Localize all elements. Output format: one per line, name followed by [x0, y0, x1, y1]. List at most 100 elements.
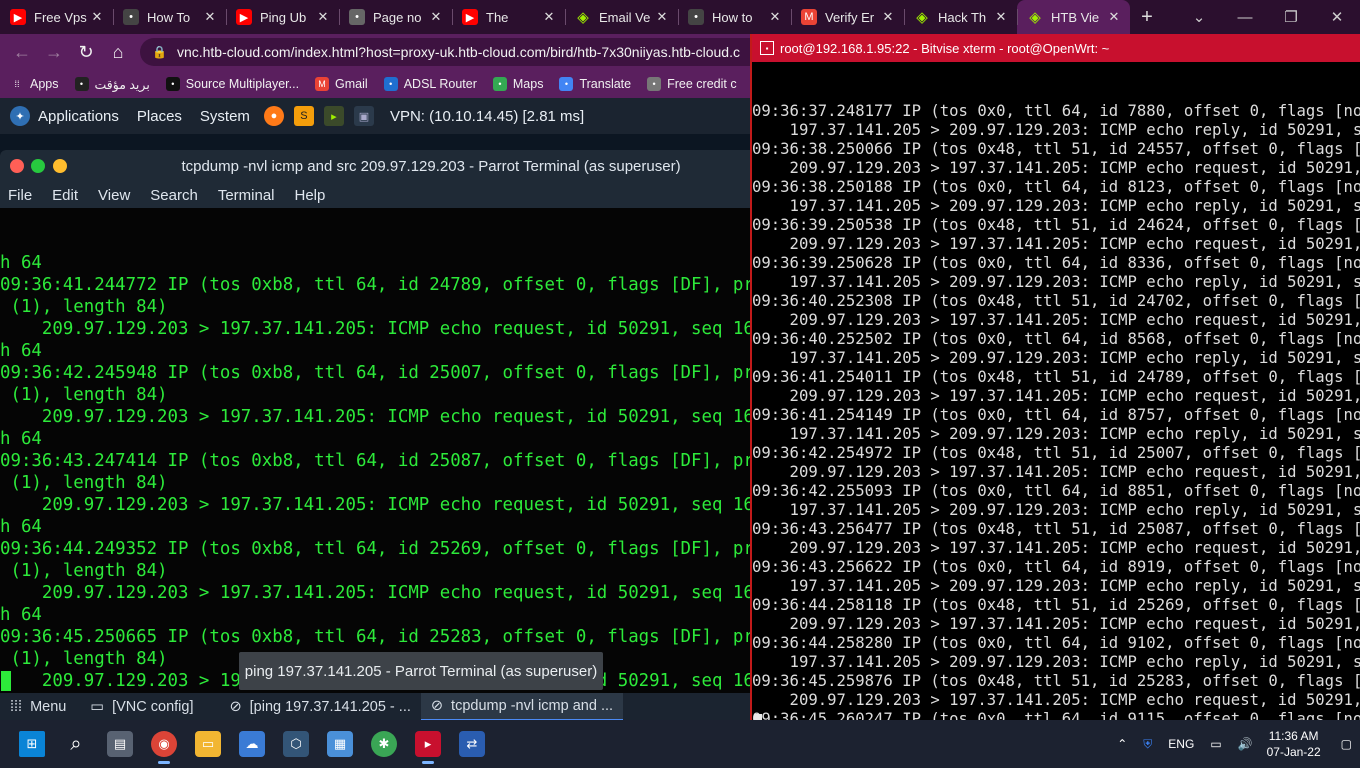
- places-menu[interactable]: Places: [137, 108, 182, 125]
- parrot-logo-icon[interactable]: ✦: [10, 106, 30, 126]
- bookmark-item[interactable]: • بريد مؤقت: [74, 77, 150, 92]
- xterm-app-icon: ▪: [760, 41, 774, 55]
- bookmark-item[interactable]: • Free credit c: [647, 77, 737, 91]
- terminal-menubar: File Edit View Search Terminal Help: [0, 182, 752, 208]
- xterm-taskbar-button[interactable]: ▸: [406, 722, 450, 766]
- terminal-menu-item[interactable]: View: [98, 187, 130, 204]
- tab-close-icon[interactable]: ✕: [993, 9, 1009, 25]
- gmail-icon: M: [315, 77, 330, 91]
- xterm-line: 209.97.129.203 > 197.37.141.205: ICMP ec…: [752, 539, 1360, 557]
- tab-close-icon[interactable]: ✕: [541, 9, 557, 25]
- xterm-line: 209.97.129.203 > 197.37.141.205: ICMP ec…: [752, 463, 1360, 481]
- close-window-button[interactable]: ✕: [1314, 0, 1360, 34]
- browser-tab[interactable]: ◈ HTB Vie ✕: [1017, 0, 1130, 34]
- grid-icon: ⁞⁞⁞: [10, 699, 23, 715]
- terminal-launcher-icon[interactable]: ▸: [323, 106, 344, 126]
- bookmark-item[interactable]: • Translate: [559, 77, 631, 91]
- cloud-app-button[interactable]: ☁: [230, 722, 274, 766]
- zte-icon: •: [383, 77, 398, 91]
- cube-icon: ◈: [1029, 9, 1041, 26]
- browser-tab[interactable]: ▶ The ✕: [452, 0, 565, 34]
- task-tcpdump[interactable]: ⊘ tcpdump -nvl icmp and ...: [420, 693, 624, 721]
- xterm-line: 09:36:43.256622 IP (tos 0x0, ttl 64, id …: [752, 558, 1360, 576]
- chevron-up-icon[interactable]: ⌃: [1117, 737, 1127, 751]
- xterm-output[interactable]: 09:36:37.248177 IP (tos 0x0, ttl 64, id …: [752, 64, 1360, 720]
- firefox-icon[interactable]: ●: [263, 106, 284, 126]
- search-button[interactable]: ⌕: [54, 722, 98, 766]
- tab-close-icon[interactable]: ✕: [202, 9, 218, 25]
- terminal-output[interactable]: h 64 09:36:41.244772 IP (tos 0xb8, ttl 64…: [0, 208, 752, 693]
- bookmark-item[interactable]: • ADSL Router: [383, 77, 477, 91]
- address-bar[interactable]: 🔒 vnc.htb-cloud.com/index.html?host=prox…: [140, 38, 840, 66]
- taskbar-tooltip: ping 197.37.141.205 - Parrot Terminal (a…: [239, 652, 603, 690]
- virtualbox-button[interactable]: ⬡: [274, 722, 318, 766]
- task-ping[interactable]: ⊘ [ping 197.37.141.205 - ...: [229, 699, 410, 715]
- chrome-taskbar-button[interactable]: ◉: [142, 722, 186, 766]
- screenshot-icon[interactable]: ▣: [353, 106, 374, 126]
- task-view-button[interactable]: ▤: [98, 722, 142, 766]
- browser-tab[interactable]: • How To ✕: [113, 0, 226, 34]
- browser-tab[interactable]: ▶ Free Vps ✕: [0, 0, 113, 34]
- browser-tab[interactable]: ◈ Email Ve ✕: [565, 0, 678, 34]
- xterm-title-bar: ▪ root@192.168.1.95:22 - Bitvise xterm -…: [752, 34, 1360, 62]
- minimize-button[interactable]: —: [1222, 0, 1268, 34]
- windows-start-button[interactable]: ⊞: [10, 722, 54, 766]
- language-indicator[interactable]: ENG: [1168, 737, 1194, 751]
- home-button[interactable]: ⌂: [102, 42, 134, 63]
- network-icon: ⇄: [459, 731, 485, 757]
- notifications-icon[interactable]: ▢: [1341, 737, 1352, 751]
- browser-tab[interactable]: M Verify Er ✕: [791, 0, 904, 34]
- xterm-line: 09:36:38.250188 IP (tos 0x0, ttl 64, id …: [752, 178, 1360, 196]
- xterm-line: 09:36:42.254972 IP (tos 0x48, ttl 51, id…: [752, 444, 1360, 462]
- bitvise-button[interactable]: ✱: [362, 722, 406, 766]
- browser-tab[interactable]: ◈ Hack Th ✕: [904, 0, 1017, 34]
- network-app-button[interactable]: ⇄: [450, 722, 494, 766]
- maximize-dot-icon[interactable]: [31, 159, 45, 173]
- tab-close-icon[interactable]: ✕: [880, 9, 896, 25]
- tab-label: The: [486, 9, 509, 25]
- forward-button[interactable]: →: [38, 42, 70, 63]
- terminal-menu-item[interactable]: File: [8, 187, 32, 204]
- minimize-dot-icon[interactable]: [53, 159, 67, 173]
- clock[interactable]: 11:36 AM 07-Jan-22: [1267, 728, 1321, 760]
- control-panel-button[interactable]: ▦: [318, 722, 362, 766]
- bookmark-label: بريد مؤقت: [94, 77, 150, 92]
- tab-close-icon[interactable]: ✕: [1106, 9, 1122, 25]
- network-icon[interactable]: ▭: [1210, 737, 1221, 751]
- tab-search-icon[interactable]: ⌄: [1176, 0, 1222, 34]
- maximize-button[interactable]: ❐: [1268, 0, 1314, 34]
- task-vnc-config[interactable]: ▭ [VNC config]: [90, 699, 193, 715]
- menu-button[interactable]: ⁞⁞⁞ Menu: [10, 699, 66, 715]
- tab-close-icon[interactable]: ✕: [315, 9, 331, 25]
- tab-close-icon[interactable]: ✕: [767, 9, 783, 25]
- tab-close-icon[interactable]: ✕: [89, 9, 105, 25]
- browser-tab[interactable]: • How to ✕: [678, 0, 791, 34]
- terminal-menu-item[interactable]: Terminal: [218, 187, 275, 204]
- tab-close-icon[interactable]: ✕: [428, 9, 444, 25]
- page-icon: •: [123, 9, 139, 25]
- xterm-line: 209.97.129.203 > 197.37.141.205: ICMP ec…: [752, 691, 1360, 709]
- file-explorer-button[interactable]: ▭: [186, 722, 230, 766]
- applications-menu[interactable]: Applications: [38, 108, 119, 125]
- bookmark-item[interactable]: ⁞⁞ Apps: [10, 77, 59, 91]
- reload-button[interactable]: ↻: [70, 42, 102, 63]
- bookmark-item[interactable]: M Gmail: [315, 77, 368, 91]
- terminal-title-bar: tcpdump -nvl icmp and src 209.97.129.203…: [0, 150, 752, 182]
- system-menu[interactable]: System: [200, 108, 250, 125]
- bookmark-item[interactable]: • Maps: [492, 77, 543, 91]
- volume-icon[interactable]: 🔊: [1238, 737, 1253, 751]
- terminal-menu-item[interactable]: Search: [150, 187, 198, 204]
- browser-tab[interactable]: • Page no ✕: [339, 0, 452, 34]
- new-tab-button[interactable]: +: [1130, 6, 1164, 29]
- terminal-menu-item[interactable]: Edit: [52, 187, 78, 204]
- close-dot-icon[interactable]: [10, 159, 24, 173]
- sublime-icon[interactable]: S: [293, 106, 314, 126]
- bookmark-item[interactable]: • Source Multiplayer...: [165, 77, 299, 91]
- terminal-menu-item[interactable]: Help: [295, 187, 326, 204]
- tab-label: Email Ve: [599, 9, 651, 25]
- back-button[interactable]: ←: [6, 42, 38, 63]
- browser-tab[interactable]: ▶ Ping Ub ✕: [226, 0, 339, 34]
- tab-close-icon[interactable]: ✕: [654, 9, 670, 25]
- chrome-icon: ◉: [151, 731, 177, 757]
- security-shield-icon[interactable]: ⛨: [1143, 737, 1152, 752]
